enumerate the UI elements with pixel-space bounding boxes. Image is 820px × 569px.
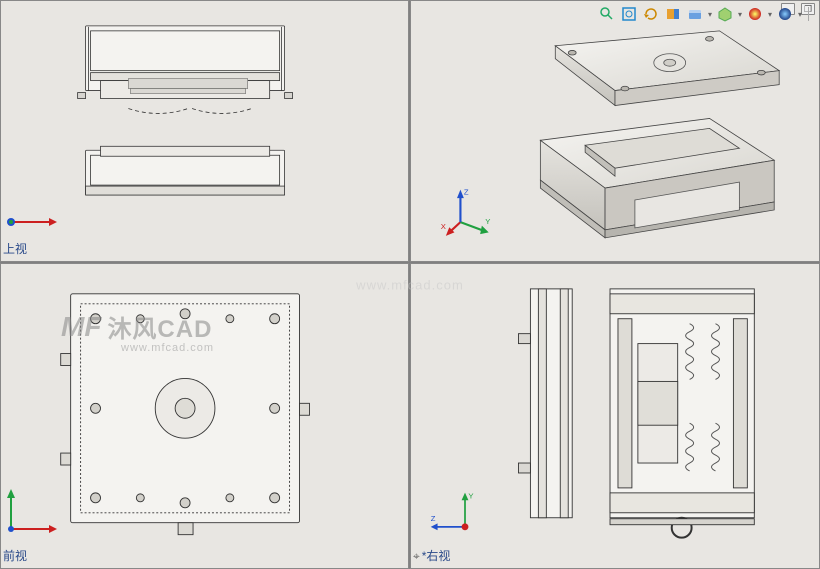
- svg-text:Y: Y: [468, 492, 473, 501]
- dropdown-arrow-icon[interactable]: ▾: [738, 10, 742, 19]
- viewport-label-top: 上视: [3, 240, 27, 257]
- dropdown-arrow-icon[interactable]: ▾: [708, 10, 712, 19]
- watermark-url: www.mfcad.com: [121, 342, 214, 354]
- axis-triad-right: Z Y: [429, 484, 489, 544]
- axis-triad-front: [1, 484, 61, 544]
- svg-text:Z: Z: [464, 188, 469, 197]
- dropdown-arrow-icon[interactable]: ▾: [798, 10, 802, 19]
- svg-text:Y: Y: [485, 217, 490, 226]
- heads-up-toolbar: ▾ ▾ ▾ ▾: [598, 5, 811, 23]
- rotate-view-icon[interactable]: [642, 5, 660, 23]
- viewport-top[interactable]: 上视: [0, 0, 409, 262]
- svg-text:X: X: [441, 222, 446, 231]
- axis-triad-top: [1, 177, 61, 237]
- viewport-grid: 上视 ▾ ▾ ▾ ▾ _ ❐: [0, 0, 820, 569]
- watermark-logo-block: MF 沐风CAD: [61, 309, 212, 344]
- axis-triad-iso: X Y Z: [439, 181, 499, 241]
- apply-scene-icon[interactable]: [776, 5, 794, 23]
- viewport-front[interactable]: MF 沐风CAD www.mfcad.com: [0, 263, 409, 569]
- top-view-drawing: [1, 1, 408, 262]
- toolbar-separator: [808, 7, 809, 21]
- zoom-window-icon[interactable]: [598, 5, 616, 23]
- zoom-fit-icon[interactable]: [620, 5, 638, 23]
- svg-text:Z: Z: [431, 514, 436, 523]
- watermark-logo: MF: [61, 311, 101, 343]
- hide-show-icon[interactable]: [716, 5, 734, 23]
- viewport-label-right: ⌖*右视: [413, 547, 450, 564]
- viewport-label-front: 前视: [3, 547, 27, 564]
- viewport-right[interactable]: Z Y ⌖*右视: [410, 263, 820, 569]
- display-style-icon[interactable]: [686, 5, 704, 23]
- viewport-isometric[interactable]: ▾ ▾ ▾ ▾ _ ❐: [410, 0, 820, 262]
- dropdown-arrow-icon[interactable]: ▾: [768, 10, 772, 19]
- watermark-text: 沐风CAD: [107, 309, 212, 344]
- section-view-icon[interactable]: [664, 5, 682, 23]
- pin-icon: ⌖: [413, 549, 420, 563]
- edit-appearance-icon[interactable]: [746, 5, 764, 23]
